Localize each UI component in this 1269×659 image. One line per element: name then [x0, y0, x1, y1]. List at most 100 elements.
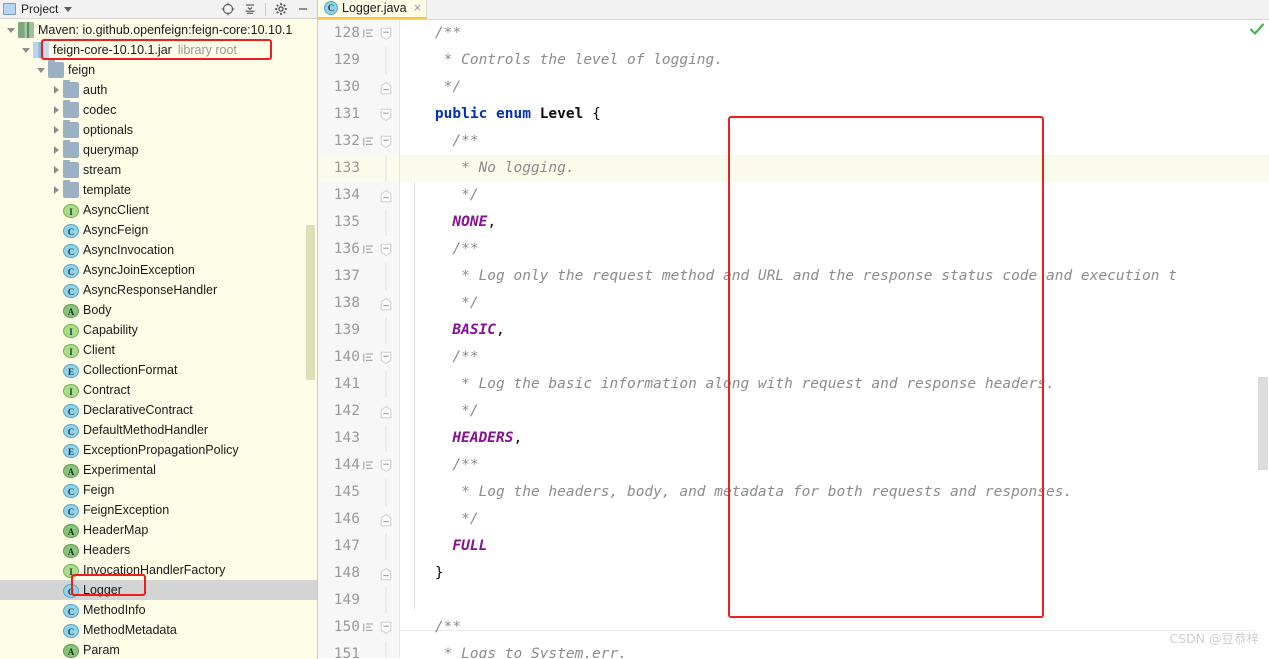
settings-gear-icon[interactable]	[271, 1, 291, 18]
tree-node-headers[interactable]: A Headers	[0, 540, 317, 560]
fold-collapse-icon[interactable]	[377, 108, 394, 122]
tree-node-optionals[interactable]: optionals	[0, 120, 317, 140]
fold-collapse-icon[interactable]	[377, 243, 394, 257]
project-tree[interactable]: Maven: io.github.openfeign:feign-core:10…	[0, 19, 317, 659]
locate-icon[interactable]	[218, 1, 238, 18]
tree-node-exceptionpropagationpolicy[interactable]: E ExceptionPropagationPolicy	[0, 440, 317, 460]
editor-gutter[interactable]: 128 129 130 131 132 133 134 135 136 137 138 139 140 1…	[318, 20, 400, 658]
chevron-right-icon[interactable]	[49, 120, 63, 140]
tree-node-feign-core-10-10-1-jar[interactable]: feign-core-10.10.1.jar library root	[0, 40, 317, 60]
gutter-line[interactable]: 146	[318, 506, 399, 533]
tree-node-defaultmethodhandler[interactable]: C DefaultMethodHandler	[0, 420, 317, 440]
javadoc-marker-icon[interactable]	[360, 622, 377, 633]
code-line[interactable]: FULL	[400, 533, 1269, 560]
code-line[interactable]: * Log the headers, body, and metadata fo…	[400, 479, 1269, 506]
javadoc-marker-icon[interactable]	[360, 460, 377, 471]
gutter-line[interactable]: 151	[318, 641, 399, 658]
fold-collapse-icon[interactable]	[377, 27, 394, 41]
tree-node-feign[interactable]: C Feign	[0, 480, 317, 500]
code-line[interactable]: */	[400, 398, 1269, 425]
gutter-line[interactable]: 133	[318, 155, 399, 182]
code-line[interactable]: /**	[400, 344, 1269, 371]
fold-end-icon[interactable]	[377, 513, 394, 527]
gutter-line[interactable]: 148	[318, 560, 399, 587]
chevron-right-icon[interactable]	[49, 180, 63, 200]
gutter-line[interactable]: 140	[318, 344, 399, 371]
gutter-line[interactable]: 131	[318, 101, 399, 128]
code-line[interactable]	[400, 587, 1269, 614]
tree-node-experimental[interactable]: A Experimental	[0, 460, 317, 480]
fold-end-icon[interactable]	[377, 81, 394, 95]
code-line[interactable]: * Controls the level of logging.	[400, 47, 1269, 74]
fold-collapse-icon[interactable]	[377, 135, 394, 149]
gutter-line[interactable]: 139	[318, 317, 399, 344]
gutter-line[interactable]: 135	[318, 209, 399, 236]
gutter-line[interactable]: 138	[318, 290, 399, 317]
tree-node-headermap[interactable]: A HeaderMap	[0, 520, 317, 540]
code-line[interactable]: NONE,	[400, 209, 1269, 236]
chevron-right-icon[interactable]	[49, 140, 63, 160]
gutter-line[interactable]: 134	[318, 182, 399, 209]
javadoc-marker-icon[interactable]	[360, 352, 377, 363]
code-line[interactable]: */	[400, 290, 1269, 317]
tree-node-logger[interactable]: C Logger	[0, 580, 317, 600]
close-icon[interactable]: ×	[414, 1, 422, 14]
tree-node-body[interactable]: A Body	[0, 300, 317, 320]
code-content[interactable]: /** * Controls the level of logging. */ …	[400, 20, 1269, 658]
gutter-line[interactable]: 137	[318, 263, 399, 290]
fold-end-icon[interactable]	[377, 405, 394, 419]
tree-node-stream[interactable]: stream	[0, 160, 317, 180]
tree-node-client[interactable]: I Client	[0, 340, 317, 360]
fold-end-icon[interactable]	[377, 189, 394, 203]
code-line[interactable]: /**	[400, 128, 1269, 155]
gutter-line[interactable]: 141	[318, 371, 399, 398]
code-line[interactable]: */	[400, 506, 1269, 533]
chevron-down-icon[interactable]	[19, 40, 33, 60]
tree-node-asyncinvocation[interactable]: C AsyncInvocation	[0, 240, 317, 260]
chevron-down-icon[interactable]	[4, 20, 18, 40]
chevron-down-icon[interactable]	[64, 6, 73, 12]
gutter-line[interactable]: 144	[318, 452, 399, 479]
fold-collapse-icon[interactable]	[377, 351, 394, 365]
editor-scrollbar[interactable]	[1258, 377, 1268, 470]
code-line[interactable]: */	[400, 182, 1269, 209]
tree-node-methodmetadata[interactable]: C MethodMetadata	[0, 620, 317, 640]
javadoc-marker-icon[interactable]	[360, 136, 377, 147]
code-line[interactable]: public enum Level {	[400, 101, 1269, 128]
tree-node-asyncclient[interactable]: I AsyncClient	[0, 200, 317, 220]
inspection-ok-icon[interactable]	[1249, 22, 1265, 36]
code-line[interactable]: */	[400, 74, 1269, 101]
tree-node-contract[interactable]: I Contract	[0, 380, 317, 400]
gutter-line[interactable]: 143	[318, 425, 399, 452]
tree-node-invocationhandlerfactory[interactable]: I InvocationHandlerFactory	[0, 560, 317, 580]
gutter-line[interactable]: 136	[318, 236, 399, 263]
gutter-line[interactable]: 132	[318, 128, 399, 155]
gutter-line[interactable]: 149	[318, 587, 399, 614]
tree-node-declarativecontract[interactable]: C DeclarativeContract	[0, 400, 317, 420]
tree-node-querymap[interactable]: querymap	[0, 140, 317, 160]
tree-node-methodinfo[interactable]: C MethodInfo	[0, 600, 317, 620]
collapse-all-icon[interactable]	[240, 1, 260, 18]
fold-collapse-icon[interactable]	[377, 621, 394, 635]
chevron-right-icon[interactable]	[49, 80, 63, 100]
code-line[interactable]: BASIC,	[400, 317, 1269, 344]
fold-end-icon[interactable]	[377, 297, 394, 311]
gutter-line[interactable]: 129	[318, 47, 399, 74]
tree-node-asyncjoinexception[interactable]: C AsyncJoinException	[0, 260, 317, 280]
code-line[interactable]: /**	[400, 236, 1269, 263]
code-line[interactable]: * Log only the request method and URL an…	[400, 263, 1269, 290]
tree-node-template[interactable]: template	[0, 180, 317, 200]
code-line[interactable]: /**	[400, 614, 1269, 641]
editor-tab-logger-java[interactable]: C Logger.java ×	[318, 0, 428, 19]
code-line[interactable]: /**	[400, 452, 1269, 479]
chevron-right-icon[interactable]	[49, 100, 63, 120]
code-line[interactable]: * No logging.	[400, 155, 1269, 182]
code-line[interactable]: * Logs to System.err.	[400, 641, 1269, 658]
chevron-down-icon[interactable]	[34, 60, 48, 80]
gutter-line[interactable]: 147	[318, 533, 399, 560]
tree-node-feign[interactable]: feign	[0, 60, 317, 80]
tree-node-asyncfeign[interactable]: C AsyncFeign	[0, 220, 317, 240]
fold-end-icon[interactable]	[377, 567, 394, 581]
fold-collapse-icon[interactable]	[377, 459, 394, 473]
gutter-line[interactable]: 150	[318, 614, 399, 641]
